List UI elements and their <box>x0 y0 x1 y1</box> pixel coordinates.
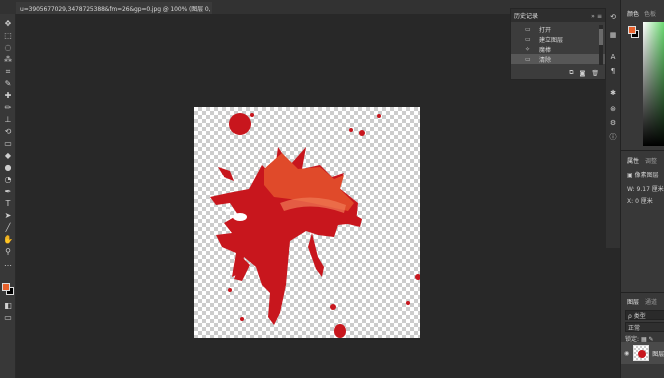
panel-divider <box>621 150 664 151</box>
marquee-icon[interactable]: ⬚ <box>2 30 14 41</box>
tab-channels[interactable]: 通道 <box>645 297 657 306</box>
character-panel-icon[interactable]: A <box>608 52 618 62</box>
color-panel-tabs: 颜色 色板 <box>621 0 664 18</box>
pixel-layer-icon: ▣ <box>627 172 635 179</box>
collapsed-panel-strip: ⟲ ▦ A ¶ ✱ ⊛ ⚙ ⓘ <box>606 8 620 248</box>
history-item[interactable]: ▭ 建立图层 <box>511 34 605 44</box>
crop-icon[interactable]: ⌗ <box>2 66 14 77</box>
foreground-color-swatch[interactable] <box>2 283 10 291</box>
panel-foreground-color[interactable] <box>628 26 636 34</box>
clear-icon: ▭ <box>525 55 531 63</box>
quick-mask-icon[interactable]: ◧ <box>2 300 14 311</box>
delete-icon[interactable]: 🗑 <box>591 70 599 77</box>
move-icon[interactable]: ✥ <box>2 18 14 29</box>
history-item[interactable]: ▭ 打开 <box>511 24 605 34</box>
panel-menu-icon[interactable]: ≡ <box>597 13 602 20</box>
x-value[interactable]: 0 厘米 <box>635 198 653 205</box>
layer-thumbnail <box>633 345 650 361</box>
eyedropper-icon[interactable]: ✎ <box>2 78 14 89</box>
snapshot-icon[interactable]: ◙ <box>580 70 586 77</box>
stamp-icon[interactable]: ⊥ <box>2 114 14 125</box>
right-panel-dock: 颜色 色板 属性 调整 ▣ 像素图层 W: 9.17 厘米 X: 0 厘米 图层… <box>620 0 664 378</box>
magic-wand-icon[interactable]: ⁂ <box>2 54 14 65</box>
layer-name[interactable]: 图层 <box>652 349 664 358</box>
properties-tabs: 属性 调整 <box>627 156 657 165</box>
properties-title: 像素图层 <box>634 172 659 179</box>
tab-color[interactable]: 颜色 <box>627 9 639 18</box>
width-label: W: <box>627 186 635 193</box>
document-tab[interactable]: u=3905677029,3478725388&fm=26&gp=0.jpg @… <box>16 2 212 14</box>
history-item-label: 建立图层 <box>539 36 564 44</box>
pen-icon[interactable]: ✒ <box>2 186 14 197</box>
magic-wand-icon: ✧ <box>525 45 531 53</box>
history-footer: ⧉ ◙ 🗑 <box>511 67 605 79</box>
tab-layers[interactable]: 图层 <box>627 297 639 306</box>
properties-heading: ▣ 像素图层 <box>627 170 659 179</box>
history-brush-icon[interactable]: ⟲ <box>2 126 14 137</box>
document-canvas[interactable] <box>194 107 420 338</box>
panel-divider <box>621 292 664 293</box>
type-icon[interactable]: T <box>2 198 14 209</box>
history-brush-source-box[interactable] <box>515 46 521 52</box>
history-scrollbar[interactable] <box>599 25 603 65</box>
history-list: ▭ 打开 ▭ 建立图层 ✧ 魔棒 ▭ 清除 <box>511 22 605 64</box>
blend-mode-select[interactable]: 正常 <box>625 322 664 332</box>
brush-icon[interactable]: ✏ <box>2 102 14 113</box>
layers-tabs: 图层 通道 <box>627 297 657 306</box>
blur-icon[interactable]: ● <box>2 162 14 173</box>
paint-bucket-icon[interactable]: ◆ <box>2 150 14 161</box>
healing-brush-icon[interactable]: ✚ <box>2 90 14 101</box>
tab-adjustments[interactable]: 调整 <box>645 156 657 165</box>
tab-swatches[interactable]: 色板 <box>644 9 656 18</box>
history-item[interactable]: ▭ 清除 <box>511 54 605 64</box>
history-panel-header: 历史记录 » ≡ <box>511 9 605 22</box>
history-brush-source-box[interactable] <box>515 26 521 32</box>
history-panel-title[interactable]: 历史记录 <box>514 11 538 20</box>
color-picker-field[interactable] <box>643 22 664 146</box>
brush-panel-icon[interactable]: ✱ <box>608 88 618 98</box>
more-icon[interactable]: … <box>2 258 14 269</box>
new-layer-icon: ▭ <box>525 35 531 43</box>
history-scroll-thumb[interactable] <box>599 29 603 45</box>
collapse-panel-icon[interactable]: » <box>591 13 595 20</box>
history-brush-source-box[interactable] <box>515 56 521 62</box>
history-item-label: 打开 <box>539 26 552 34</box>
tool-preset-icon[interactable]: ⚙ <box>608 118 618 128</box>
visibility-eye-icon[interactable]: ◉ <box>624 350 629 357</box>
hand-icon[interactable]: ✋ <box>2 234 14 245</box>
x-label: X: <box>627 198 634 205</box>
info-panel-icon[interactable]: ⓘ <box>608 132 618 142</box>
x-row: X: 0 厘米 <box>627 196 653 205</box>
eraser-icon[interactable]: ▭ <box>2 138 14 149</box>
width-row: W: 9.17 厘米 <box>627 184 664 193</box>
history-panel-icon[interactable]: ⟲ <box>608 12 618 22</box>
history-item-label: 清除 <box>539 56 552 64</box>
paint-splatter-image <box>210 113 420 338</box>
history-panel: 历史记录 » ≡ ▭ 打开 ▭ 建立图层 ✧ 魔棒 ▭ 清除 ⧉ ◙ 🗑 <box>510 8 606 80</box>
tab-properties[interactable]: 属性 <box>627 156 639 165</box>
layer-item[interactable]: ◉ 图层 <box>621 342 664 364</box>
layer-filter-select[interactable]: ρ 类型 <box>625 310 664 320</box>
new-document-from-state-icon[interactable]: ⧉ <box>569 69 573 77</box>
width-value[interactable]: 9.17 厘米 <box>637 186 664 193</box>
history-item-label: 魔棒 <box>539 46 552 54</box>
paragraph-panel-icon[interactable]: ¶ <box>608 66 618 76</box>
clone-panel-icon[interactable]: ⊛ <box>608 104 618 114</box>
history-brush-source-box[interactable] <box>515 36 521 42</box>
open-icon: ▭ <box>525 25 531 33</box>
document-tab-title: u=3905677029,3478725388&fm=26&gp=0.jpg @… <box>20 5 212 13</box>
history-item[interactable]: ✧ 魔棒 <box>511 44 605 54</box>
lasso-icon[interactable]: ◌ <box>2 42 14 53</box>
zoom-icon[interactable]: ⚲ <box>2 246 14 257</box>
grid-panel-icon[interactable]: ▦ <box>608 30 618 40</box>
screen-mode-icon[interactable]: ▭ <box>2 312 14 323</box>
path-select-icon[interactable]: ➤ <box>2 210 14 221</box>
line-icon[interactable]: ╱ <box>2 222 14 233</box>
tools-toolbar: ◧ ▭ ✥ ⬚ ◌ ⁂ ⌗ ✎ ✚ ✏ ⊥ ⟲ ▭ ◆ ● ◔ ✒ T ➤ ╱ ✋ ⚲… <box>0 14 16 378</box>
dodge-icon[interactable]: ◔ <box>2 174 14 185</box>
